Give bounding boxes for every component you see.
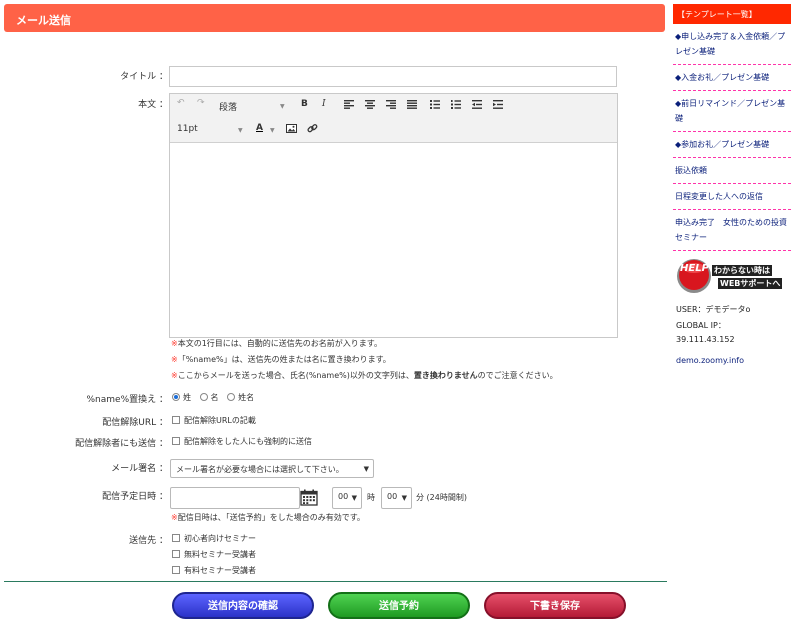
caret-down-icon: ▼ <box>401 494 407 502</box>
footer-divider <box>4 581 667 582</box>
help-badge-text: HELP <box>680 263 709 274</box>
minute-select[interactable]: 00 ▼ <box>381 487 412 509</box>
calendar-icon[interactable] <box>300 489 318 506</box>
name-replace-label: %name%置換え ： <box>86 395 169 405</box>
help-line-1: わからない時は <box>712 265 772 276</box>
body-label: 本文 ： <box>138 100 168 110</box>
schedule-label: 配信予定日時 ： <box>102 492 168 502</box>
minute-suffix: 分 (24時間制) <box>416 493 467 502</box>
align-justify-icon[interactable] <box>407 100 417 109</box>
rich-text-editor[interactable]: ↶ ↷ 段落 ▼ B I 11pt ▼ A ▼ <box>169 93 618 338</box>
template-item[interactable]: ◆申し込み完了＆入金依頼／プレゼン基礎 <box>673 24 791 65</box>
align-right-icon[interactable] <box>386 100 396 109</box>
help-line-2: WEBサポートへ <box>718 278 783 289</box>
hour-suffix: 時 <box>367 493 375 502</box>
signature-select[interactable]: メール署名が必要な場合には選択して下さい。 ▼ <box>170 459 374 478</box>
template-item[interactable]: ◆入金お礼／プレゼン基礎 <box>673 65 791 91</box>
site-link[interactable]: demo.zoomy.info <box>676 356 744 365</box>
ip-value: 39.111.43.152 <box>676 335 735 344</box>
hour-select[interactable]: 00 ▼ <box>332 487 362 509</box>
chevron-down-icon: ▼ <box>238 127 243 134</box>
caret-down-icon: ▼ <box>363 465 369 473</box>
template-item[interactable]: ◆前日リマインド／プレゼン基礎 <box>673 91 791 132</box>
recipient-checkbox-1[interactable]: 初心者向けセミナー <box>172 533 256 544</box>
reserve-button[interactable]: 送信予約 <box>328 592 470 619</box>
help-button-icon <box>677 259 711 293</box>
signature-label: メール署名 ： <box>111 464 168 474</box>
schedule-date-input[interactable] <box>170 487 300 509</box>
template-item[interactable]: 申込み完了 女性のための投資セミナー <box>673 210 791 251</box>
redo-icon[interactable]: ↷ <box>197 98 205 108</box>
unsubscribe-url-label: 配信解除URL ： <box>102 418 168 428</box>
template-sidebar: 【テンプレート一覧】 ◆申し込み完了＆入金依頼／プレゼン基礎 ◆入金お礼／プレゼ… <box>673 4 791 251</box>
user-info: USER：デモデータo <box>676 305 751 314</box>
save-draft-button[interactable]: 下書き保存 <box>484 592 626 619</box>
recipient-checkbox-2[interactable]: 無料セミナー受講者 <box>172 549 256 560</box>
name-replace-options: 姓 名 姓名 <box>172 392 254 403</box>
align-center-icon[interactable] <box>365 100 375 109</box>
chevron-down-icon: ▼ <box>280 103 285 110</box>
text-color-icon[interactable]: A <box>256 123 263 133</box>
unsubscribe-url-checkbox[interactable]: 配信解除URLの記載 <box>172 415 256 426</box>
bullet-list-icon[interactable] <box>430 100 440 109</box>
unsubscribed-send-label: 配信解除者にも送信 ： <box>75 439 168 449</box>
recipient-checkbox-3[interactable]: 有料セミナー受講者 <box>172 565 256 576</box>
editor-toolbar: ↶ ↷ 段落 ▼ B I 11pt ▼ A ▼ <box>170 94 617 143</box>
confirm-button[interactable]: 送信内容の確認 <box>172 592 314 619</box>
italic-icon[interactable]: I <box>322 99 326 109</box>
undo-icon[interactable]: ↶ <box>177 98 185 108</box>
unsubscribed-send-checkbox[interactable]: 配信解除をした人にも強制的に送信 <box>172 436 312 447</box>
paragraph-select[interactable]: 段落 <box>219 100 237 113</box>
editor-note-2: ※「%name%」は、送信先の姓または名に置き換わります。 <box>171 355 391 364</box>
title-input[interactable] <box>169 66 617 87</box>
align-left-icon[interactable] <box>344 100 354 109</box>
schedule-note: ※配信日時は、「送信予約」をした場合のみ有効です。 <box>171 513 365 522</box>
page-header: メール送信 <box>4 4 665 32</box>
editor-note-3: ※ここからメールを送った場合、氏名(%name%)以外の文字列は、置き換わりませ… <box>171 371 558 380</box>
radio-sei[interactable]: 姓 <box>172 393 191 402</box>
title-label: タイトル ： <box>120 72 168 82</box>
template-list-heading: 【テンプレート一覧】 <box>673 4 791 24</box>
font-size-select[interactable]: 11pt <box>177 124 198 134</box>
indent-icon[interactable] <box>493 100 503 109</box>
recipients-label: 送信先 ： <box>129 536 168 546</box>
radio-mei[interactable]: 名 <box>199 393 219 402</box>
ip-label: GLOBAL IP： <box>676 321 726 330</box>
numbered-list-icon[interactable] <box>451 100 461 109</box>
bold-icon[interactable]: B <box>301 99 308 109</box>
outdent-icon[interactable] <box>472 100 482 109</box>
template-item[interactable]: 日程変更した人への返信 <box>673 184 791 210</box>
caret-down-icon: ▼ <box>351 494 357 502</box>
template-item[interactable]: 振込依頼 <box>673 158 791 184</box>
chevron-down-icon: ▼ <box>270 127 275 134</box>
page-title: メール送信 <box>16 14 71 27</box>
editor-note-1: ※本文の1行目には、自動的に送信先のお名前が入ります。 <box>171 339 382 348</box>
link-icon[interactable] <box>307 123 318 134</box>
template-item[interactable]: ◆参加お礼／プレゼン基礎 <box>673 132 791 158</box>
image-icon[interactable] <box>286 124 297 133</box>
help-support-logo[interactable]: HELP わからない時は WEBサポートへ <box>676 256 794 296</box>
radio-seimei[interactable]: 姓名 <box>227 393 254 402</box>
